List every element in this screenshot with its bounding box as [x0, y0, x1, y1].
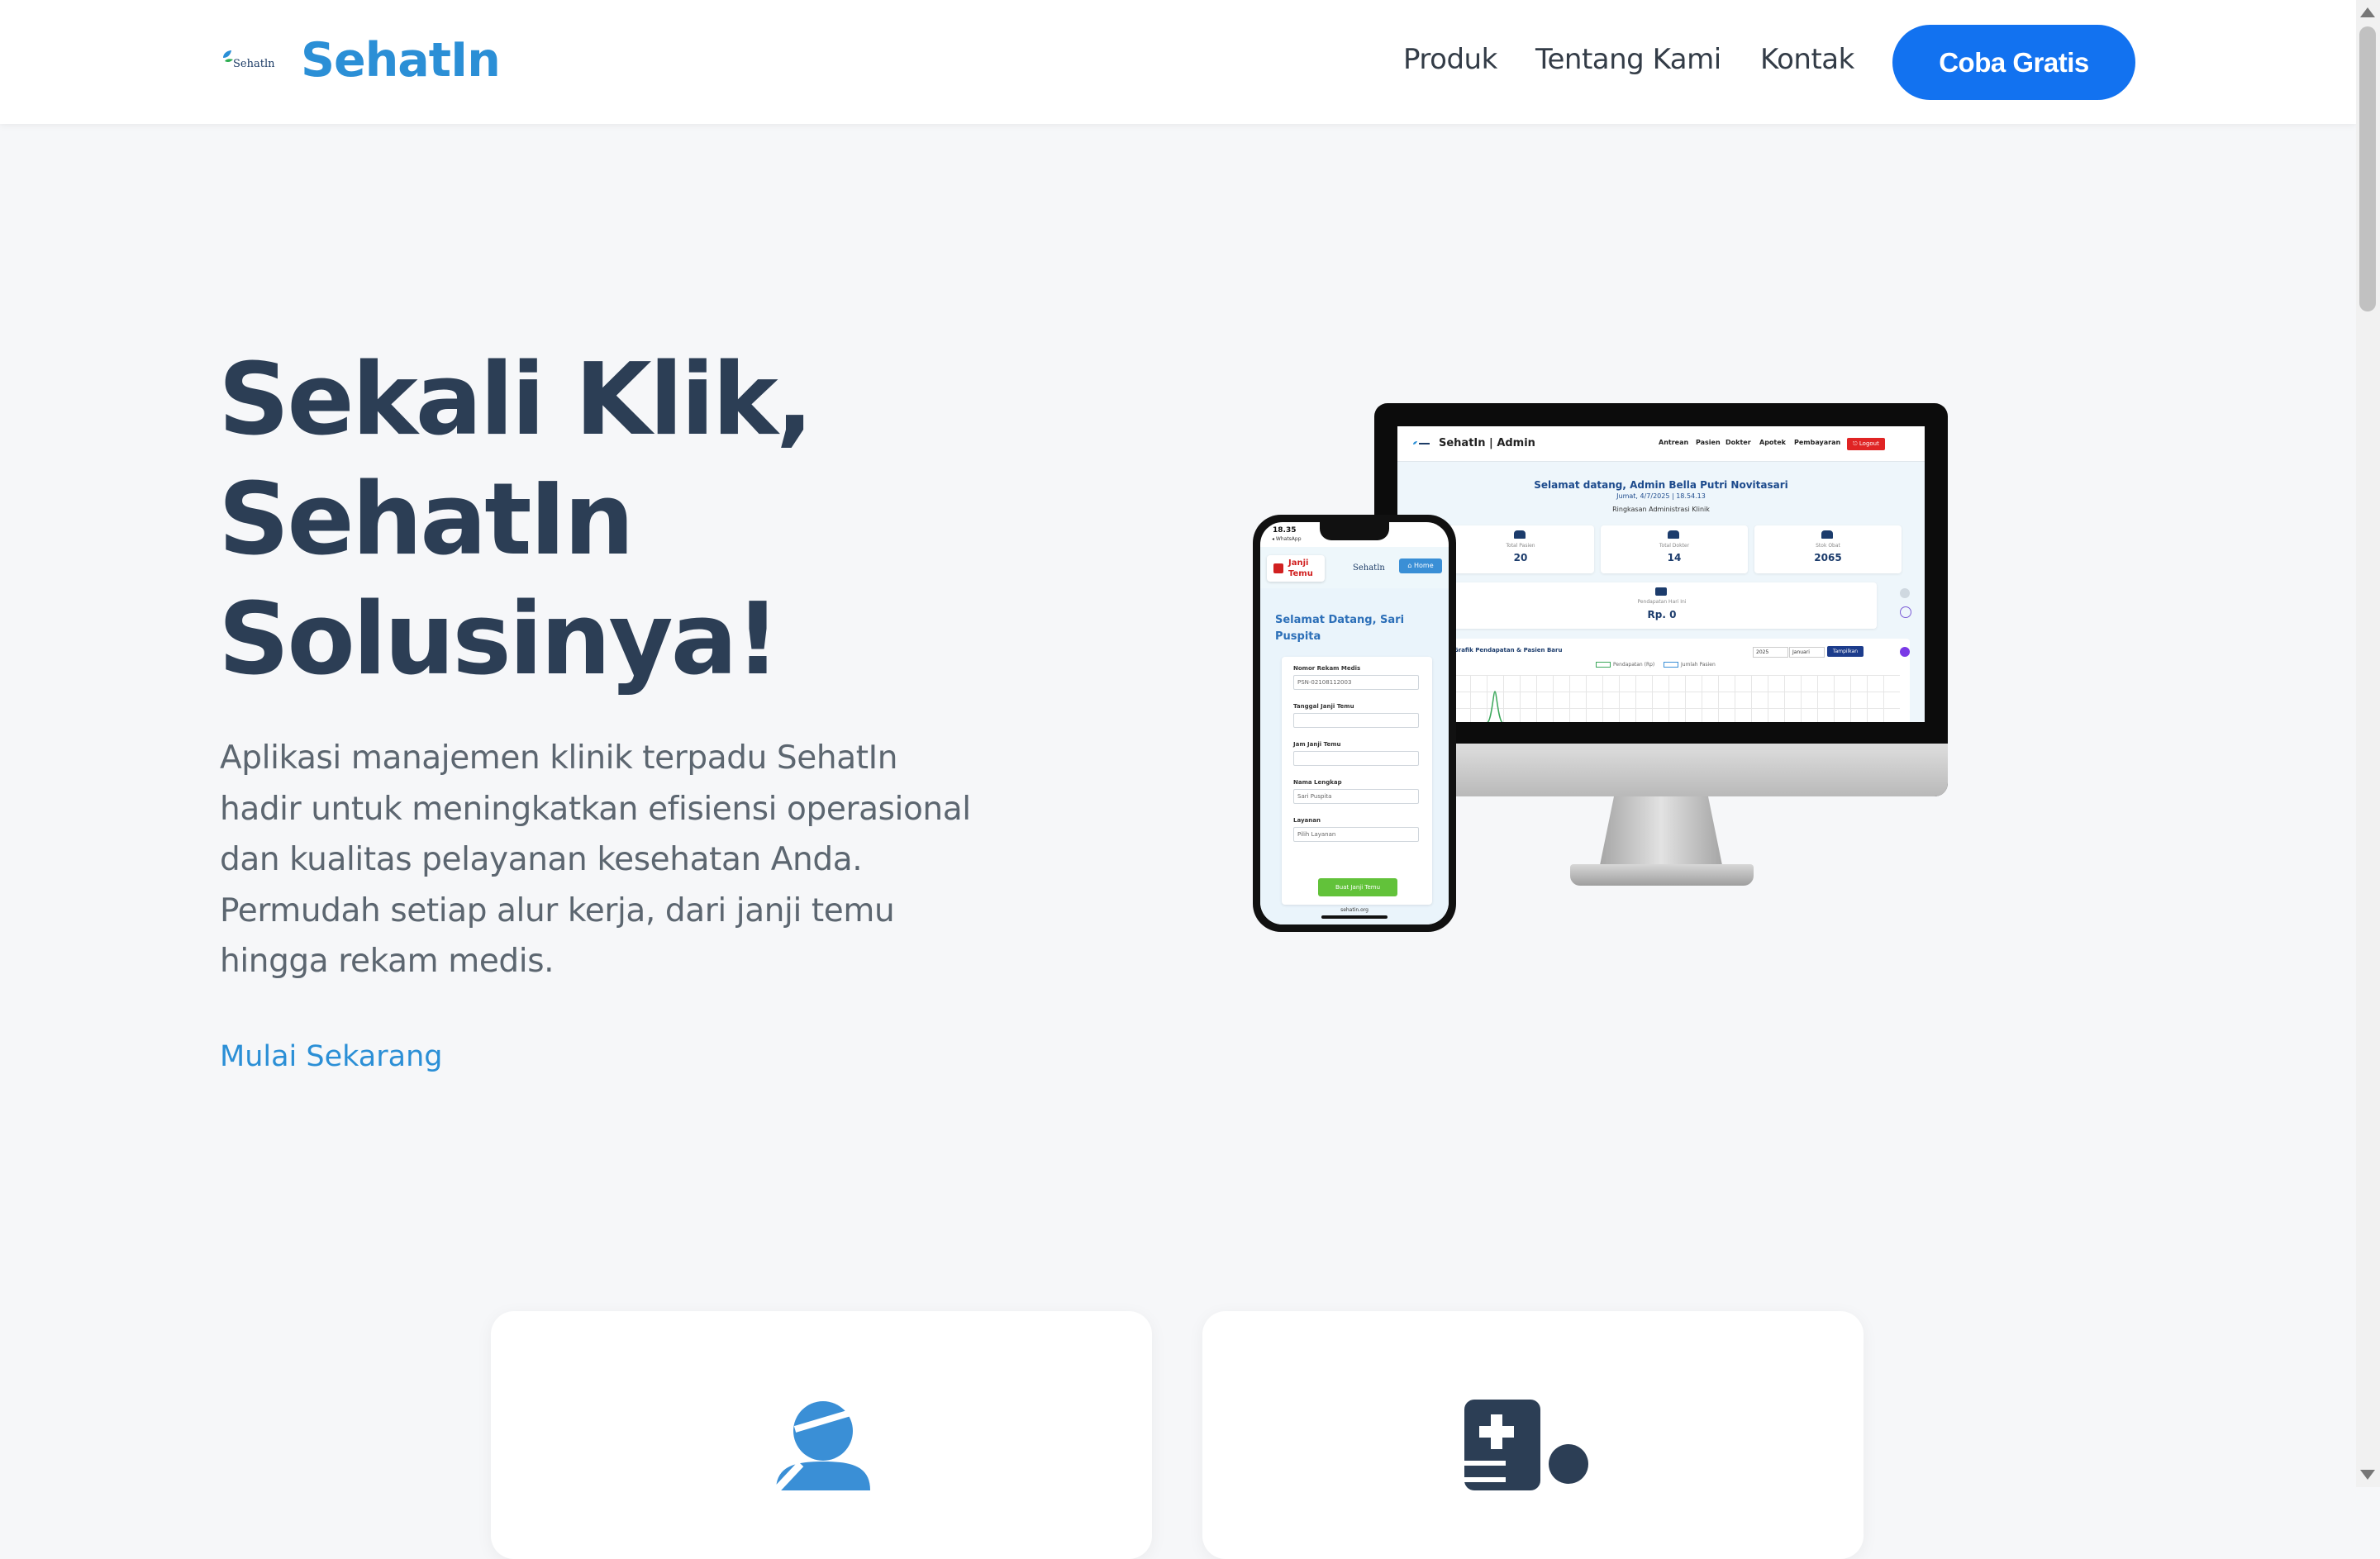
form-label: Layanan [1293, 817, 1321, 824]
chart-line [1487, 691, 1503, 722]
phone-form-area: Selamat Datang, Sari Puspita Nomor Rekam… [1260, 588, 1449, 924]
revenue-label: Pendapatan Hari Ini [1637, 599, 1687, 605]
feature-card-records[interactable] [1202, 1311, 1864, 1559]
monitor-chin [1374, 744, 1948, 796]
users-icon [1514, 530, 1526, 539]
stat-value: 2065 [1814, 552, 1842, 563]
monitor-stand-base [1570, 864, 1754, 886]
revenue-card: Pendapatan Hari Ini Rp. 0 [1447, 582, 1877, 629]
phone-home-button: ⌂ Home [1399, 558, 1442, 573]
dashboard-date: Jumat, 4/7/2025 | 18.54.13 [1616, 492, 1706, 500]
side-dot [1900, 588, 1910, 598]
page-scrollbar[interactable] [2356, 0, 2380, 1487]
brand-name[interactable]: SehatIn [301, 33, 501, 88]
form-label: Nomor Rekam Medis [1293, 665, 1361, 672]
hero-description-line: Permudah setiap alur kerja, dari janji t… [220, 891, 895, 929]
hero-title: Sekali Klik, SehatIn Solusinya! [218, 340, 962, 700]
doctor-icon [773, 1401, 870, 1490]
dashboard-nav-item: Dokter [1726, 439, 1751, 446]
money-icon [1655, 587, 1667, 596]
patient-record-icon [1464, 1400, 1588, 1490]
nav-kontak[interactable]: Kontak [1760, 43, 1854, 76]
phone-logo: Sehatln [1353, 563, 1385, 573]
create-appointment-button: Buat Janji Temu [1318, 878, 1397, 896]
phone-notch [1320, 522, 1389, 540]
chart-grid [1454, 675, 1900, 722]
stat-card-medicine: Stok Obat 2065 [1754, 525, 1902, 573]
phone-welcome: Selamat Datang, Sari Puspita [1275, 614, 1405, 643]
scroll-down-arrow-icon[interactable] [2360, 1470, 2375, 1480]
nav-produk[interactable]: Produk [1403, 43, 1497, 76]
stat-value: 14 [1667, 552, 1682, 563]
try-free-button[interactable]: Coba Gratis [1892, 25, 2135, 100]
hero-description-line: hingga rekam medis. [220, 943, 555, 980]
form-label: Nama Lengkap [1293, 779, 1342, 786]
phone-time: 18.35 [1273, 526, 1297, 535]
revenue-value: Rp. 0 [1647, 609, 1677, 620]
phone-mockup: 18.35 ◂ WhatsApp Janji Temu Sehatln ⌂ Ho… [1253, 515, 1456, 932]
dashboard-welcome: Selamat datang, Admin Bella Putri Novita… [1534, 479, 1788, 491]
appointment-label: Janji Temu [1288, 558, 1313, 578]
doctor-icon [1668, 530, 1679, 539]
site-header: Sehatln SehatIn Produk Tentang Kami Kont… [0, 0, 2356, 124]
form-label: Tanggal Janji Temu [1293, 703, 1354, 710]
hero-title-line: Sekali Klik, [218, 343, 813, 458]
side-dot [1900, 606, 1911, 618]
start-now-link[interactable]: Mulai Sekarang [220, 1040, 443, 1073]
form-select: Pilih Layanan [1293, 827, 1419, 842]
logo-small-text: Sehatln [233, 58, 275, 70]
chat-bubble-icon [1900, 647, 1910, 657]
form-label: Jam Janji Temu [1293, 741, 1341, 748]
logo-mark[interactable]: Sehatln [221, 50, 274, 74]
home-indicator [1321, 915, 1388, 919]
hero-title-line: Solusinya! [218, 582, 780, 697]
phone-app-bar: Janji Temu Sehatln ⌂ Home [1260, 547, 1449, 588]
dashboard-title: SehatIn | Admin [1439, 437, 1535, 449]
scroll-up-arrow-icon[interactable] [2360, 7, 2375, 17]
hero-title-line: SehatIn [218, 463, 635, 577]
phone-back-app: ◂ WhatsApp [1272, 536, 1302, 542]
dashboard-subtitle: Ringkasan Administrasi Klinik [1612, 506, 1710, 513]
scroll-thumb[interactable] [2359, 26, 2376, 311]
dashboard-nav-item: Antrean [1659, 439, 1689, 446]
admin-dashboard-screenshot: SehatIn | Admin Antrean Pasien Dokter Ap… [1397, 426, 1925, 722]
stat-card-patients: Total Pasien 20 [1447, 525, 1594, 573]
feature-card-doctor[interactable] [491, 1311, 1152, 1559]
dashboard-topbar: SehatIn | Admin Antrean Pasien Dokter Ap… [1397, 426, 1925, 462]
hero-description-line: Aplikasi manajemen klinik terpadu SehatI… [220, 739, 898, 777]
dashboard-logout: ⎋ Logout [1847, 438, 1885, 450]
dashboard-nav-item: Pasien [1696, 439, 1721, 446]
legend-item: Jumlah Pasien [1664, 662, 1716, 668]
chart-title: Grafik Pendapatan & Pasien Baru [1454, 647, 1563, 654]
dashboard-nav-item: Apotek [1759, 439, 1786, 446]
desktop-mockup: SehatIn | Admin Antrean Pasien Dokter Ap… [1374, 403, 1948, 796]
stat-value: 20 [1513, 552, 1528, 563]
form-field: PSN-02108112003 [1293, 675, 1419, 690]
form-field [1293, 713, 1419, 728]
hero-description-line: hadir untuk meningkatkan efisiensi opera… [220, 790, 971, 828]
form-field [1293, 751, 1419, 766]
month-select: Januari [1789, 647, 1825, 658]
stat-label: Stok Obat [1816, 543, 1840, 549]
appointment-form: Nomor Rekam Medis PSN-02108112003 Tangga… [1282, 657, 1432, 905]
hero-description-line: dan kualitas pelayanan kesehatan Anda. [220, 841, 863, 878]
appointment-screenshot: 18.35 ◂ WhatsApp Janji Temu Sehatln ⌂ Ho… [1260, 522, 1449, 924]
hero-description: Aplikasi manajemen klinik terpadu SehatI… [220, 733, 988, 987]
stat-card-doctors: Total Dokter 14 [1601, 525, 1748, 573]
appointment-badge: Janji Temu [1267, 555, 1325, 582]
stat-label: Total Pasien [1506, 543, 1535, 549]
revenue-chart-card: Grafik Pendapatan & Pasien Baru 2025 Jan… [1447, 639, 1910, 722]
calendar-icon [1273, 563, 1283, 573]
pills-icon [1821, 530, 1833, 539]
mini-logo-icon [1413, 441, 1430, 444]
nav-tentang-kami[interactable]: Tentang Kami [1535, 43, 1721, 76]
show-chart-button: Tampilkan [1827, 646, 1864, 657]
dashboard-nav-item: Pembayaran [1794, 439, 1841, 446]
monitor-stand-neck [1599, 796, 1723, 869]
form-field: Sari Puspita [1293, 789, 1419, 804]
phone-url: sehatin.org [1340, 907, 1368, 913]
year-select: 2025 [1753, 647, 1788, 658]
stat-label: Total Dokter [1659, 543, 1690, 549]
legend-item: Pendapatan (Rp) [1596, 662, 1654, 668]
